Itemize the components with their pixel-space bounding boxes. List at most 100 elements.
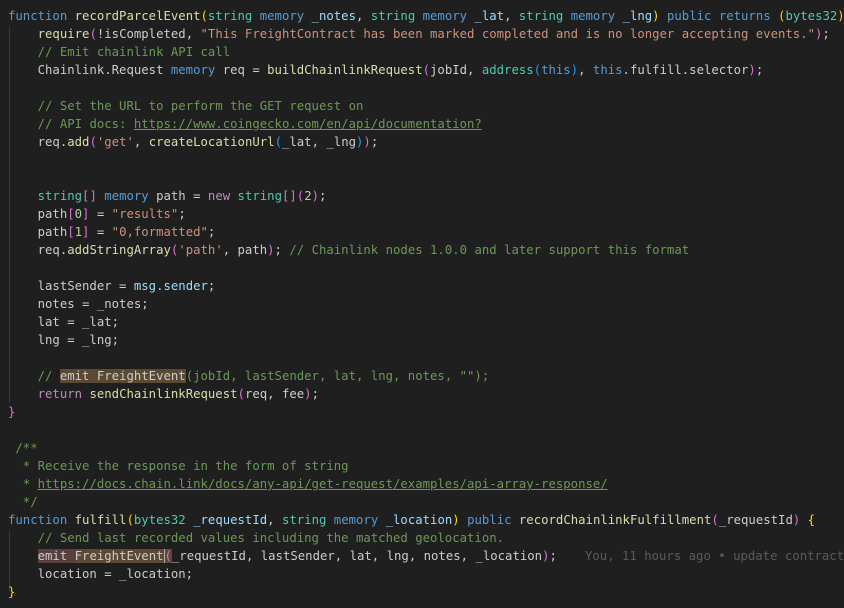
code-line[interactable]: // Emit chainlink API call [8,43,844,61]
code-token: ; [370,135,379,149]
code-token: , [578,63,593,77]
code-line[interactable] [8,169,844,187]
code-line[interactable]: * https://docs.chain.link/docs/any-api/g… [8,475,844,493]
code-token: _requestId [718,513,793,527]
code-line[interactable]: req.addStringArray('path', path); // Cha… [8,241,844,259]
code-line[interactable]: // Set the URL to perform the GET reques… [8,97,844,115]
code-token: (jobId, lastSender, lat, lng, notes, "")… [185,369,490,383]
code-line[interactable]: req.add('get', createLocationUrl(_lat, _… [8,133,844,151]
code-token: [] [82,189,97,203]
code-editor[interactable]: function recordParcelEvent(string memory… [0,0,844,608]
code-token: [] [281,189,297,203]
code-token: memory [170,63,216,77]
code-line[interactable]: * Receive the response in the form of st… [8,457,844,475]
code-token: 'path' [178,243,223,257]
code-token: "0,formatted" [111,225,208,239]
code-line[interactable]: } [8,583,844,601]
code-token: // API docs: [37,117,134,131]
code-token: _lat, _lng [281,135,357,149]
code-token: _notes [311,9,356,23]
code-token: ( [422,63,431,77]
code-line[interactable]: path[1] = "0,formatted"; [8,223,844,241]
code-token: this [541,63,571,77]
git-blame-annotation: You, 11 hours ago • update contract [585,549,844,563]
code-token: , path [222,243,268,257]
code-token: sendChainlinkRequest [89,387,238,401]
code-token: * Receive the response in the form of st… [22,459,349,473]
code-token: _requestId, lastSender, lat, lng, notes,… [171,549,543,563]
code-token: ) [748,63,756,77]
code-token: jobId, [430,63,482,77]
code-line[interactable]: /** [8,439,844,457]
code-token: "results" [111,207,179,221]
code-token: memory [259,9,305,23]
code-line[interactable]: lat = _lat; [8,313,844,331]
code-token: ( [163,549,172,563]
code-token: req, fee [244,387,305,401]
code-token: ) [267,243,275,257]
code-token: ) [452,513,460,527]
code-line[interactable]: path[0] = "results"; [8,205,844,223]
code-token: ; [755,63,764,77]
code-token: path [8,207,68,221]
code-token: { [807,513,816,527]
code-token: ; [319,189,327,203]
code-line[interactable] [8,421,844,439]
code-token: * [22,477,38,491]
code-token: // Send last recorded values including t… [37,531,505,545]
code-line[interactable]: lng = _lng; [8,331,844,349]
code-line[interactable]: require(!isCompleted, "This FreightContr… [8,25,844,43]
code-line[interactable]: // emit FreightEvent(jobId, lastSender, … [8,367,844,385]
code-token: ( [200,9,208,23]
code-token: ; [822,27,830,41]
code-token: emit FreightEvent [59,369,186,383]
code-line[interactable]: // API docs: https://www.coingecko.com/e… [8,115,844,133]
code-token: 1 [74,225,83,239]
code-token: string [207,9,253,23]
code-line[interactable] [8,79,844,97]
code-token: require [37,27,90,41]
code-line[interactable]: */ [8,493,844,511]
code-line[interactable]: lastSender = msg.sender; [8,277,844,295]
code-line[interactable] [8,259,844,277]
code-line[interactable]: Chainlink.Request memory req = buildChai… [8,61,844,79]
code-token: bytes32 [785,9,838,23]
code-line[interactable]: return sendChainlinkRequest(req, fee); [8,385,844,403]
code-token: ( [711,513,719,527]
code-line[interactable] [8,349,844,367]
code-line[interactable]: function recordParcelEvent(string memory… [8,7,844,25]
code-token: https://www.coingecko.com/en/api/documen… [133,117,482,131]
code-token: recordChainlinkFulfillment [518,513,712,527]
code-token: location = _location; [8,567,194,581]
code-line[interactable]: string[] memory path = new string[](2); [8,187,844,205]
code-token: _location [385,513,453,527]
code-token: string [370,9,416,23]
code-token: sender [163,279,208,293]
code-token: req = [215,63,268,77]
code-line[interactable]: location = _location; [8,565,844,583]
code-token: notes = _notes; [8,297,149,311]
code-token: path [8,225,68,239]
code-line[interactable]: // Send last recorded values including t… [8,529,844,547]
code-line[interactable]: function fulfill(bytes32 _requestId, str… [8,511,844,529]
code-line[interactable]: notes = _notes; [8,295,844,313]
code-token: lng = _lng; [8,333,120,347]
code-line[interactable] [8,151,844,169]
code-line[interactable]: } [8,403,844,421]
